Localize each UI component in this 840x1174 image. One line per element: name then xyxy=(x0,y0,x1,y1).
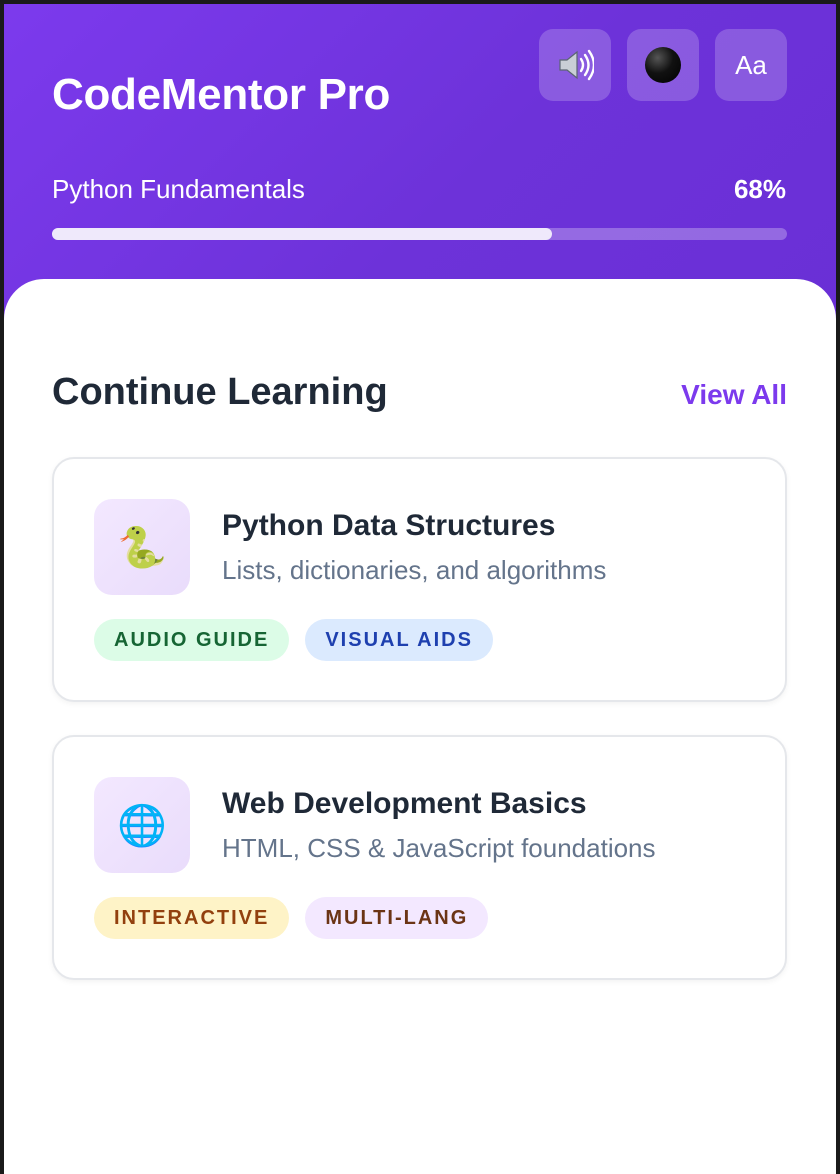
contrast-toggle-button[interactable] xyxy=(627,29,699,101)
app-window: CodeMentor Pro Aa Python Fundamentals 68… xyxy=(4,4,836,1174)
tag-badge: VISUAL AIDS xyxy=(305,619,493,661)
course-subtitle: Lists, dictionaries, and algorithms xyxy=(222,555,607,585)
section-title: Continue Learning xyxy=(52,371,388,413)
course-tags: AUDIO GUIDE VISUAL AIDS xyxy=(94,619,493,661)
globe-icon: 🌐 xyxy=(94,777,190,873)
course-subtitle: HTML, CSS & JavaScript foundations xyxy=(222,833,656,863)
course-card[interactable]: 🌐 Web Development Basics HTML, CSS & Jav… xyxy=(52,735,787,980)
contrast-icon xyxy=(645,47,681,83)
speaker-icon xyxy=(559,49,594,81)
course-tags: INTERACTIVE MULTI-LANG xyxy=(94,897,489,939)
app-title: CodeMentor Pro xyxy=(52,70,391,119)
tag-badge: MULTI-LANG xyxy=(305,897,489,939)
course-card[interactable]: 🐍 Python Data Structures Lists, dictiona… xyxy=(52,457,787,702)
tag-badge: AUDIO GUIDE xyxy=(94,619,290,661)
audio-toggle-button[interactable] xyxy=(539,29,611,101)
progress-bar-fill xyxy=(52,228,552,240)
progress-bar xyxy=(52,228,787,240)
content-sheet: Continue Learning View All 🐍 Python Data… xyxy=(4,279,836,1174)
progress-percent: 68% xyxy=(733,174,786,204)
course-title: Web Development Basics xyxy=(222,787,587,820)
snake-icon: 🐍 xyxy=(94,499,190,595)
view-all-link[interactable]: View All xyxy=(681,379,787,411)
font-size-button[interactable]: Aa xyxy=(715,29,787,101)
course-title: Python Data Structures xyxy=(222,509,556,542)
tag-badge: INTERACTIVE xyxy=(94,897,290,939)
progress-course-name: Python Fundamentals xyxy=(52,174,305,204)
